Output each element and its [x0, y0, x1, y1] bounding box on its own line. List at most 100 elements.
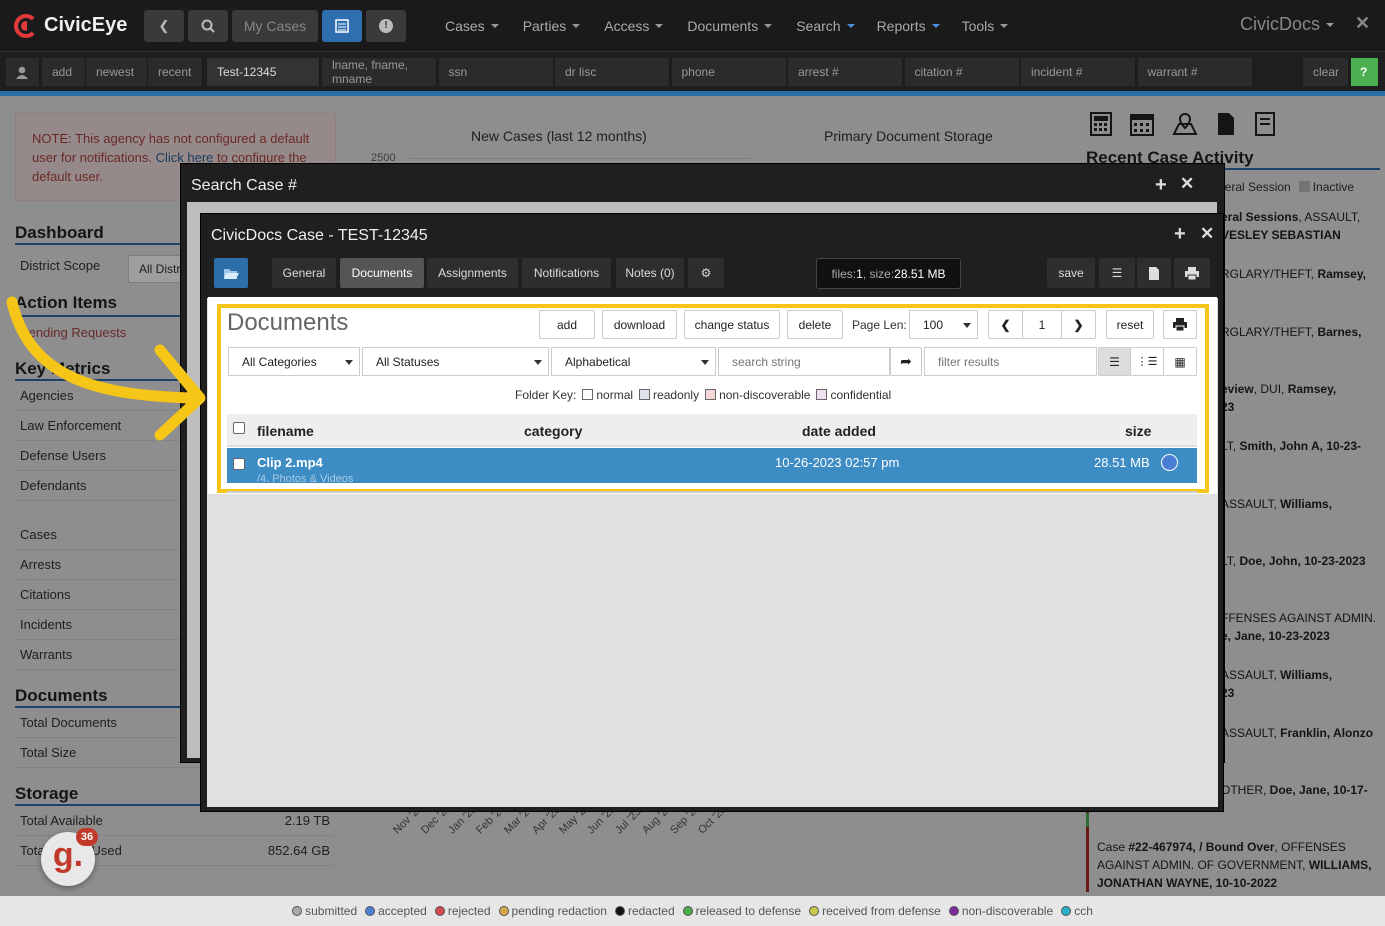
help-button[interactable]: ?	[1351, 58, 1379, 86]
chevron-left-icon: ❮	[158, 17, 170, 33]
filter-results-input[interactable]	[924, 347, 1097, 376]
chevron-down-icon	[1000, 23, 1009, 28]
menu-documents[interactable]: Documents	[676, 18, 783, 34]
close-icon[interactable]: ✕	[1355, 13, 1370, 34]
menu-label: Parties	[522, 17, 567, 34]
civiceye-logo[interactable]: CivicEye	[14, 13, 132, 38]
close-icon[interactable]: ✕	[1200, 224, 1214, 244]
document-button[interactable]	[1137, 258, 1171, 288]
view-grid-button[interactable]: ▦	[1163, 347, 1197, 376]
case-number-input[interactable]: Test-12345	[207, 58, 320, 86]
folder-button[interactable]	[214, 258, 248, 288]
search-button[interactable]	[188, 9, 228, 42]
size-label: , size:	[862, 266, 895, 281]
info-icon: !	[379, 18, 393, 33]
notes-button[interactable]: ☰	[1099, 258, 1135, 288]
folder-key-non-discoverable-label: non-discoverable	[719, 388, 811, 402]
bullet-list-icon: ⋮☰	[1136, 356, 1158, 368]
legend-item: submitted	[292, 904, 357, 918]
folder-key-non-discoverable: non-discoverable	[705, 388, 810, 402]
status-dot-icon	[809, 906, 820, 916]
page-number-input[interactable]: 1	[1022, 310, 1062, 339]
clear-button[interactable]: clear	[1303, 58, 1349, 86]
share-arrow-icon: ➦	[900, 353, 912, 369]
search-field-3[interactable]: phone	[671, 58, 787, 86]
search-field-6[interactable]: incident #	[1021, 58, 1136, 86]
tab-general[interactable]: General	[272, 258, 336, 288]
legend-label: cch	[1074, 904, 1093, 918]
change-status-button[interactable]: change status	[684, 310, 780, 339]
search-field-4[interactable]: arrest #	[788, 58, 903, 86]
plus-icon[interactable]: +	[1174, 223, 1186, 246]
next-page-button[interactable]: ❯	[1061, 310, 1096, 339]
close-icon[interactable]: ✕	[1180, 174, 1194, 194]
back-button[interactable]: ❮	[144, 9, 184, 42]
cases-list-button[interactable]	[322, 9, 362, 42]
folder-key-readonly-label: readonly	[653, 388, 700, 402]
tab-notes[interactable]: Notes (0)	[616, 258, 684, 288]
reset-button[interactable]: reset	[1106, 310, 1154, 339]
tab-documents[interactable]: Documents	[340, 258, 424, 288]
delete-button[interactable]: delete	[787, 310, 843, 339]
page-length-select[interactable]: 100	[909, 310, 978, 339]
row-checkbox[interactable]	[233, 458, 245, 470]
sort-select[interactable]: Alphabetical	[551, 347, 716, 376]
civicdocs-brand-menu[interactable]: CivicDocs	[1240, 14, 1335, 35]
prev-page-button[interactable]: ❮	[988, 310, 1023, 339]
status-filter-select[interactable]: All Statuses	[362, 347, 549, 376]
settings-tab[interactable]: ⚙	[688, 258, 724, 288]
normal-swatch	[582, 389, 594, 400]
row-size: 28.51 MB	[1094, 455, 1150, 470]
col-category[interactable]: category	[524, 423, 582, 439]
col-date-added[interactable]: date added	[802, 423, 876, 439]
category-filter-select[interactable]: All Categories	[228, 347, 360, 376]
menu-cases[interactable]: Cases	[434, 18, 510, 34]
menu-label: Access	[604, 17, 650, 34]
status-dot-icon	[434, 906, 445, 916]
menu-tools[interactable]: Tools	[951, 18, 1020, 34]
add-document-button[interactable]: add	[539, 310, 595, 339]
menu-label: Search	[796, 17, 841, 34]
newest-button[interactable]: newest	[86, 58, 148, 86]
menu-search[interactable]: Search	[785, 18, 865, 34]
list-icon: ☰	[1111, 266, 1123, 280]
info-button[interactable]: !	[366, 9, 406, 42]
search-field-7[interactable]: warrant #	[1137, 58, 1253, 86]
save-button[interactable]: save	[1047, 258, 1095, 288]
view-table-button[interactable]: ☰	[1098, 347, 1131, 376]
print-docs-button[interactable]	[1163, 310, 1197, 339]
search-field-2[interactable]: dr lisc	[555, 58, 670, 86]
user-icon	[16, 66, 28, 79]
add-button[interactable]: add	[42, 58, 86, 86]
search-field-5[interactable]: citation #	[904, 58, 1020, 86]
person-button[interactable]	[6, 58, 40, 86]
tab-assignments[interactable]: Assignments	[427, 258, 518, 288]
menu-parties[interactable]: Parties	[512, 18, 592, 34]
category-filter-value: All Categories	[242, 354, 317, 369]
list-icon: ☰	[1109, 354, 1120, 369]
status-dot-icon	[1061, 906, 1072, 916]
print-button[interactable]	[1174, 258, 1210, 288]
search-string-input[interactable]	[718, 347, 890, 376]
go-search-button[interactable]: ➦	[890, 347, 922, 376]
plus-icon[interactable]: +	[1155, 174, 1167, 197]
tab-notifications[interactable]: Notifications	[522, 258, 611, 288]
table-row[interactable]: Clip 2.mp4 /4. Photos & Videos 10-26-202…	[227, 448, 1197, 483]
assistant-badge[interactable]: g. 36	[41, 828, 98, 886]
download-button[interactable]: download	[602, 310, 677, 339]
status-legend: submitted accepted rejected pending redacti…	[0, 896, 1385, 926]
select-all-checkbox[interactable]	[233, 422, 245, 434]
col-filename[interactable]: filename	[257, 423, 314, 439]
menu-access[interactable]: Access	[593, 18, 674, 34]
legend-item: rejected	[434, 904, 491, 918]
row-filename[interactable]: Clip 2.mp4	[257, 455, 323, 470]
col-size[interactable]: size	[1125, 423, 1151, 439]
status-indicator[interactable]	[1161, 454, 1178, 471]
search-field-0[interactable]: lname, fname, mname	[322, 58, 437, 86]
menu-reports[interactable]: Reports	[866, 18, 951, 34]
view-list-button[interactable]: ⋮☰	[1130, 347, 1164, 376]
search-field-1[interactable]: ssn	[438, 58, 554, 86]
my-cases-button[interactable]: My Cases	[232, 9, 318, 42]
recent-button[interactable]: recent	[148, 58, 203, 86]
chevron-down-icon	[534, 360, 542, 365]
